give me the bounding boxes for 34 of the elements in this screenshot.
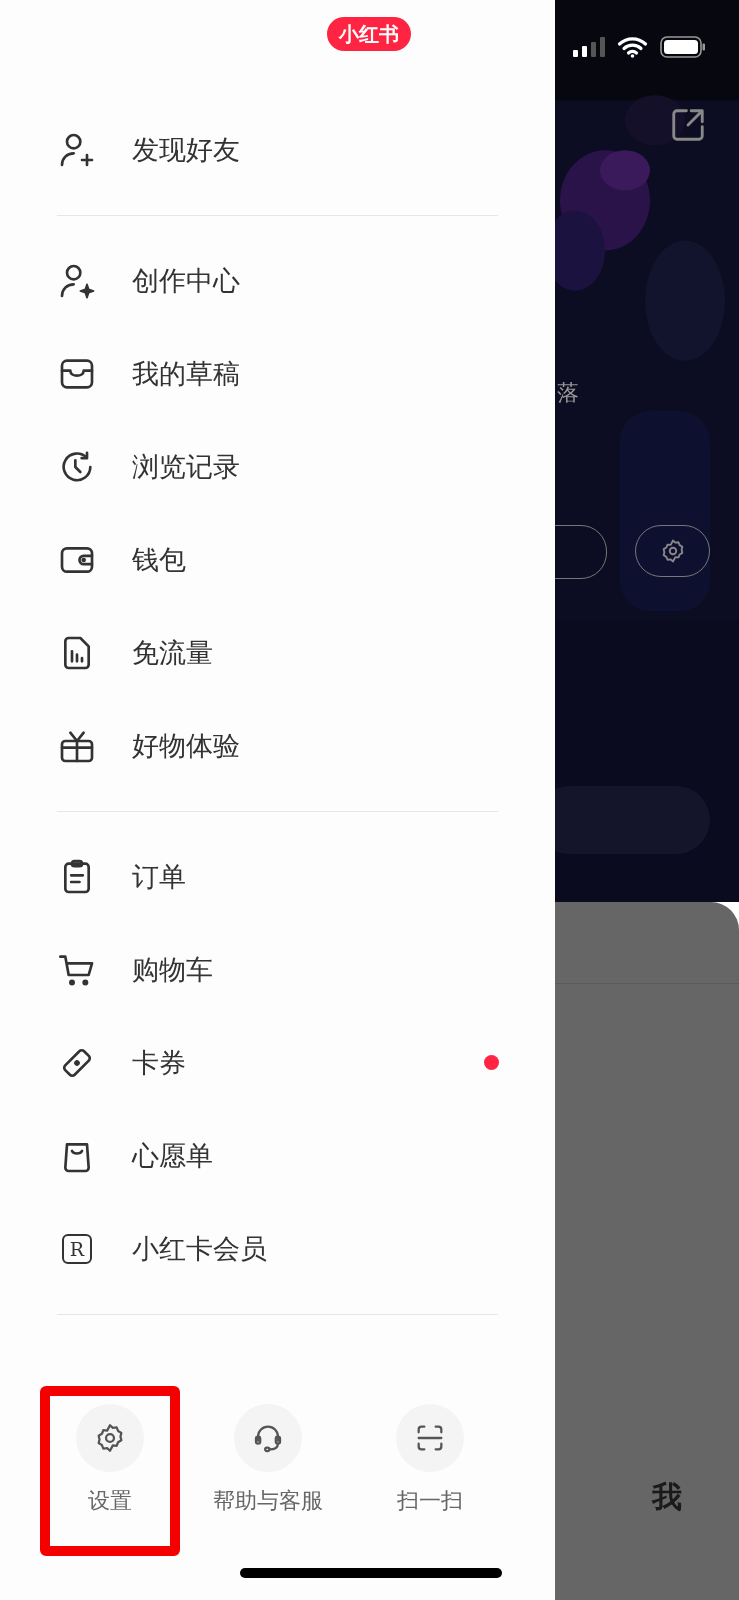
menu-label: 钱包 xyxy=(132,542,186,577)
menu-item[interactable]: 我的草稿 xyxy=(0,327,555,420)
menu-item[interactable]: 购物车 xyxy=(0,923,555,1016)
menu-label: 创作中心 xyxy=(132,263,240,298)
menu-item[interactable]: 心愿单 xyxy=(0,1109,555,1202)
menu-item[interactable]: 卡券 xyxy=(0,1016,555,1109)
menu-item[interactable]: 浏览记录 xyxy=(0,420,555,513)
menu-label: 免流量 xyxy=(132,635,213,670)
menu-item[interactable]: 发现好友 xyxy=(0,103,555,196)
menu-label: 心愿单 xyxy=(132,1138,213,1173)
menu-label: 浏览记录 xyxy=(132,449,240,484)
app-logo: 小红书 xyxy=(326,17,411,51)
menu-label: 我的草稿 xyxy=(132,356,240,391)
menu-label: 订单 xyxy=(132,859,186,894)
menu-label: 购物车 xyxy=(132,952,213,987)
battery-icon xyxy=(660,36,706,58)
menu-item[interactable]: 好物体验 xyxy=(0,699,555,792)
wifi-icon xyxy=(617,36,648,58)
r-letter-icon: R xyxy=(62,1233,92,1264)
action-button[interactable]: 扫一扫 xyxy=(355,1386,505,1556)
signal-icon xyxy=(573,37,605,57)
profile-text: 落 xyxy=(557,379,579,407)
highlighted-action[interactable]: 设置 xyxy=(40,1386,180,1556)
menu-item[interactable]: R 小红卡会员 xyxy=(0,1202,555,1295)
menu-item[interactable]: 订单 xyxy=(0,830,555,923)
menu-label: 卡券 xyxy=(132,1045,186,1080)
menu-item[interactable]: 免流量 xyxy=(0,606,555,699)
menu-item[interactable]: 创作中心 xyxy=(0,234,555,327)
menu-label: 小红卡会员 xyxy=(132,1231,267,1266)
menu-label: 发现好友 xyxy=(132,132,240,167)
menu-label: 好物体验 xyxy=(132,728,240,763)
menu-item[interactable]: 钱包 xyxy=(0,513,555,606)
share-icon[interactable] xyxy=(669,106,707,144)
action-button[interactable]: 帮助与客服 xyxy=(192,1386,343,1556)
